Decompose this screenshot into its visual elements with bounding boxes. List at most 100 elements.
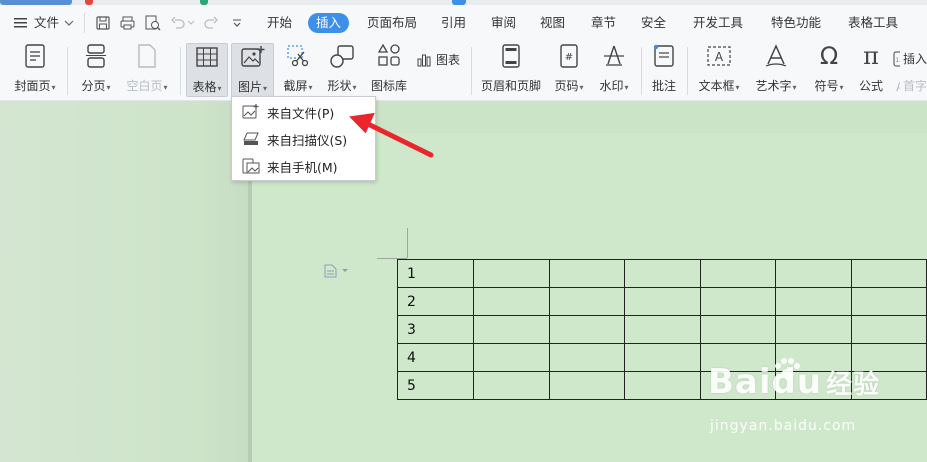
- watermark-button[interactable]: 水印▾: [595, 43, 633, 97]
- table-cell[interactable]: [624, 287, 701, 316]
- formula-button[interactable]: π 公式: [855, 43, 887, 97]
- table-cell[interactable]: [624, 315, 701, 344]
- table-cell[interactable]: [850, 259, 927, 288]
- table-cell[interactable]: [548, 259, 626, 288]
- table-cell[interactable]: [473, 371, 550, 400]
- table-cell-number[interactable]: 1: [396, 259, 475, 288]
- tab-page-layout[interactable]: 页面布局: [367, 13, 417, 33]
- insert-number-button[interactable]: 123 插入: [893, 50, 927, 67]
- tab-references[interactable]: 引用: [441, 13, 466, 33]
- print-icon[interactable]: [120, 16, 135, 30]
- chevron-down-icon: [342, 269, 348, 272]
- symbol-button[interactable]: Ω 符号▾: [811, 43, 847, 97]
- shapes-icon: [330, 45, 354, 68]
- text-box-button[interactable]: A 文本框▾: [694, 43, 744, 97]
- page-break-button[interactable]: 分页▾: [78, 43, 114, 97]
- header-footer-button[interactable]: 页眉和页脚: [479, 43, 543, 97]
- baidu-jingyan-watermark: Baidu 经验 jingyan.baidu.com: [708, 358, 880, 434]
- picture-button[interactable]: 图片▾: [231, 43, 274, 97]
- picture-icon: [240, 46, 264, 67]
- table-cell[interactable]: [850, 315, 927, 344]
- document-margin-area: [0, 101, 250, 462]
- file-menu-label: 文件: [34, 15, 60, 30]
- table-cell-number[interactable]: 3: [396, 315, 475, 344]
- tab-security[interactable]: 安全: [641, 13, 666, 33]
- table-cell-number[interactable]: 5: [396, 371, 475, 400]
- comment-button[interactable]: 批注: [649, 43, 679, 97]
- screenshot-button[interactable]: 截屏▾: [280, 43, 316, 97]
- cover-page-button[interactable]: 封面页▾: [11, 43, 59, 97]
- icon-library-button[interactable]: 图标库: [369, 43, 409, 97]
- table-cell[interactable]: [624, 343, 701, 372]
- table-cell[interactable]: [624, 371, 701, 400]
- table-cell[interactable]: [473, 287, 550, 316]
- table-cell[interactable]: [473, 315, 550, 344]
- tab-special-features[interactable]: 特色功能: [771, 13, 821, 33]
- tab-home[interactable]: 开始: [267, 13, 292, 33]
- undo-icon[interactable]: [171, 17, 185, 29]
- quick-access-more-icon[interactable]: [232, 18, 242, 28]
- word-art-label: 艺术字: [755, 79, 792, 93]
- divider: [641, 47, 642, 95]
- drop-cap-button[interactable]: A 首字: [895, 77, 927, 94]
- table-cell[interactable]: [548, 287, 626, 316]
- table-cell[interactable]: [699, 259, 777, 288]
- tab-chapter[interactable]: 章节: [591, 13, 616, 33]
- tab-review[interactable]: 审阅: [491, 13, 516, 33]
- redo-icon[interactable]: [204, 17, 218, 29]
- table-cell[interactable]: [473, 259, 550, 288]
- table-cell[interactable]: [548, 343, 626, 372]
- table-cell[interactable]: [699, 315, 777, 344]
- file-menu[interactable]: 文件: [14, 13, 74, 33]
- drop-cap-icon: A: [896, 80, 900, 93]
- table-cell[interactable]: [850, 287, 927, 316]
- watermark-label: 水印: [599, 79, 624, 93]
- print-preview-icon[interactable]: [145, 15, 161, 31]
- table-cell[interactable]: [775, 259, 852, 288]
- word-art-button[interactable]: 艺术字▾: [752, 43, 800, 97]
- tab-table-tools[interactable]: 表格工具: [848, 13, 898, 33]
- table-icon: [196, 47, 218, 67]
- tab-insert[interactable]: 插入: [308, 13, 350, 33]
- table-button[interactable]: 表格▾: [186, 43, 228, 97]
- chevron-down-icon: [64, 20, 74, 26]
- image-file-icon: [242, 104, 259, 119]
- divider: [687, 47, 688, 95]
- chart-button[interactable]: 图表: [417, 51, 460, 68]
- table-cell[interactable]: [548, 315, 626, 344]
- table-cell-number[interactable]: 4: [396, 343, 475, 372]
- hamburger-icon: [14, 18, 27, 28]
- tab-developer[interactable]: 开发工具: [693, 13, 743, 33]
- blank-page-button[interactable]: 空白页▾: [123, 43, 171, 97]
- table-cell[interactable]: [699, 287, 777, 316]
- chart-label: 图表: [436, 53, 461, 67]
- tab-view[interactable]: 视图: [540, 13, 565, 33]
- number-icon: 123: [893, 51, 900, 66]
- symbol-label: 符号: [814, 79, 839, 93]
- page-number-icon: #: [560, 44, 578, 68]
- save-icon[interactable]: [96, 16, 110, 30]
- crop-mark: [407, 228, 408, 258]
- svg-text:123: 123: [895, 57, 900, 64]
- scanner-icon: [243, 132, 259, 145]
- watermark-icon: [604, 45, 624, 66]
- text-box-icon: A: [707, 46, 731, 66]
- page-number-button[interactable]: # 页码▾: [549, 43, 589, 97]
- blank-page-icon: [138, 44, 156, 68]
- table-cell[interactable]: [624, 259, 701, 288]
- icon-library-label: 图标库: [370, 79, 407, 93]
- paragraph-layout-handle[interactable]: [324, 264, 349, 278]
- table-cell-number[interactable]: 2: [396, 287, 475, 316]
- insert-ribbon: 封面页▾ 分页▾ 空白页▾ 表格▾ 图片▾ 截屏▾ 形状▾ 图标库 图表 页眉和…: [0, 39, 927, 101]
- screenshot-label: 截屏: [283, 79, 308, 93]
- header-footer-icon: [502, 44, 520, 68]
- divider: [84, 13, 85, 33]
- table-cell[interactable]: [775, 315, 852, 344]
- table-cell[interactable]: [548, 371, 626, 400]
- page-number-label: 页码: [554, 79, 579, 93]
- table-cell[interactable]: [473, 343, 550, 372]
- table-cell[interactable]: [775, 287, 852, 316]
- phone-image-icon: [242, 158, 260, 174]
- chevron-down-icon[interactable]: [187, 20, 195, 26]
- shapes-button[interactable]: 形状▾: [324, 43, 360, 97]
